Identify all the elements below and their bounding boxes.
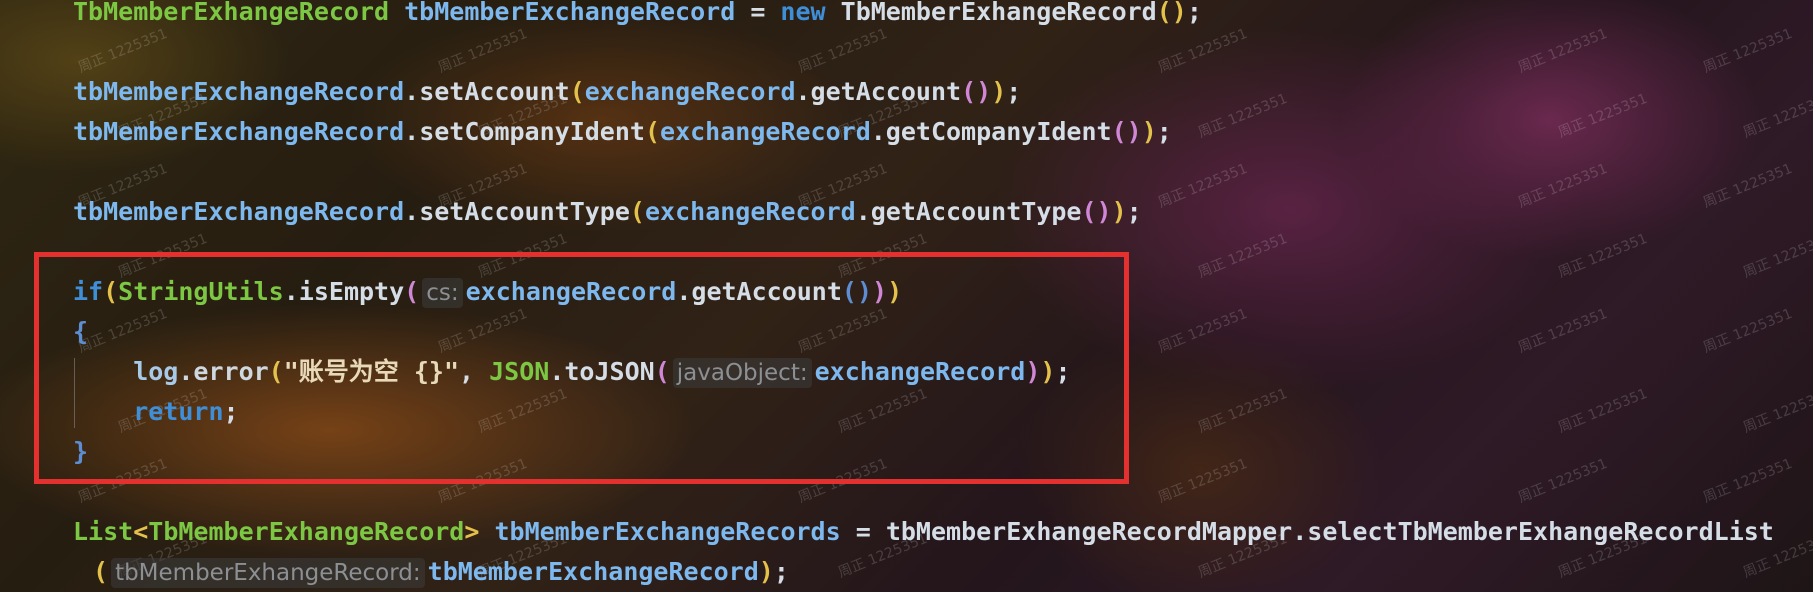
code-token: .setAccountType — [404, 197, 630, 226]
code-token: ; — [1156, 117, 1172, 146]
code-token: TbMemberExhangeRecord — [73, 0, 390, 26]
code-token: exchangeRecord — [660, 117, 871, 146]
code-token: tbMemberExchangeRecord — [427, 557, 759, 586]
code-line[interactable]: TbMemberExhangeRecord tbMemberExchangeRe… — [73, 0, 1202, 29]
code-token: new — [780, 0, 841, 26]
code-line[interactable]: tbMemberExchangeRecord.setAccount(exchan… — [73, 75, 1021, 109]
code-token: tbMemberExchangeRecord — [73, 197, 405, 226]
code-token: List — [73, 517, 134, 546]
code-token: .getAccount — [795, 77, 962, 106]
code-token: ( — [93, 557, 109, 586]
code-token: exchangeRecord — [584, 77, 796, 106]
code-token: .selectTbMemberExhangeRecordList — [1292, 517, 1774, 546]
code-token: ; — [1006, 77, 1022, 106]
code-line[interactable]: (tbMemberExhangeRecord: tbMemberExchangeR… — [93, 555, 789, 589]
parameter-hint: tbMemberExhangeRecord: — [111, 558, 425, 588]
code-token: tbMemberExchangeRecord — [73, 77, 405, 106]
code-token: () — [1111, 117, 1142, 146]
code-token: < — [133, 517, 149, 546]
code-token: () — [961, 77, 992, 106]
code-token: ) — [1141, 117, 1157, 146]
code-token: ) — [758, 557, 774, 586]
code-token: tbMemberExchangeRecords — [479, 517, 856, 546]
code-token: .getCompanyIdent — [870, 117, 1112, 146]
code-token: ; — [1186, 0, 1202, 26]
code-token: ; — [773, 557, 789, 586]
code-token: TbMemberExhangeRecord — [840, 0, 1157, 26]
code-token: () — [1156, 0, 1187, 26]
code-token: ) — [991, 77, 1007, 106]
code-token: > — [464, 517, 480, 546]
code-token: = — [750, 0, 781, 26]
code-token: () — [1081, 197, 1112, 226]
code-line[interactable]: tbMemberExchangeRecord.setAccountType(ex… — [73, 195, 1142, 229]
code-token: = tbMemberExhangeRecordMapper — [855, 517, 1293, 546]
code-token: tbMemberExchangeRecord — [73, 117, 405, 146]
code-token: .getAccountType — [855, 197, 1082, 226]
code-token: ( — [629, 197, 645, 226]
code-line[interactable]: List<TbMemberExhangeRecord> tbMemberExch… — [73, 515, 1774, 549]
code-token: .setCompanyIdent — [404, 117, 645, 146]
code-token: ( — [569, 77, 585, 106]
code-token: ) — [1111, 197, 1127, 226]
code-token: tbMemberExchangeRecord — [389, 0, 751, 26]
highlight-annotation-box — [34, 252, 1129, 484]
code-token: TbMemberExhangeRecord — [148, 517, 465, 546]
code-token: exchangeRecord — [644, 197, 856, 226]
code-token: ( — [644, 117, 661, 146]
code-token: ; — [1126, 197, 1142, 226]
code-line[interactable]: tbMemberExchangeRecord.setCompanyIdent(e… — [73, 115, 1172, 149]
code-token: .setAccount — [404, 77, 570, 106]
